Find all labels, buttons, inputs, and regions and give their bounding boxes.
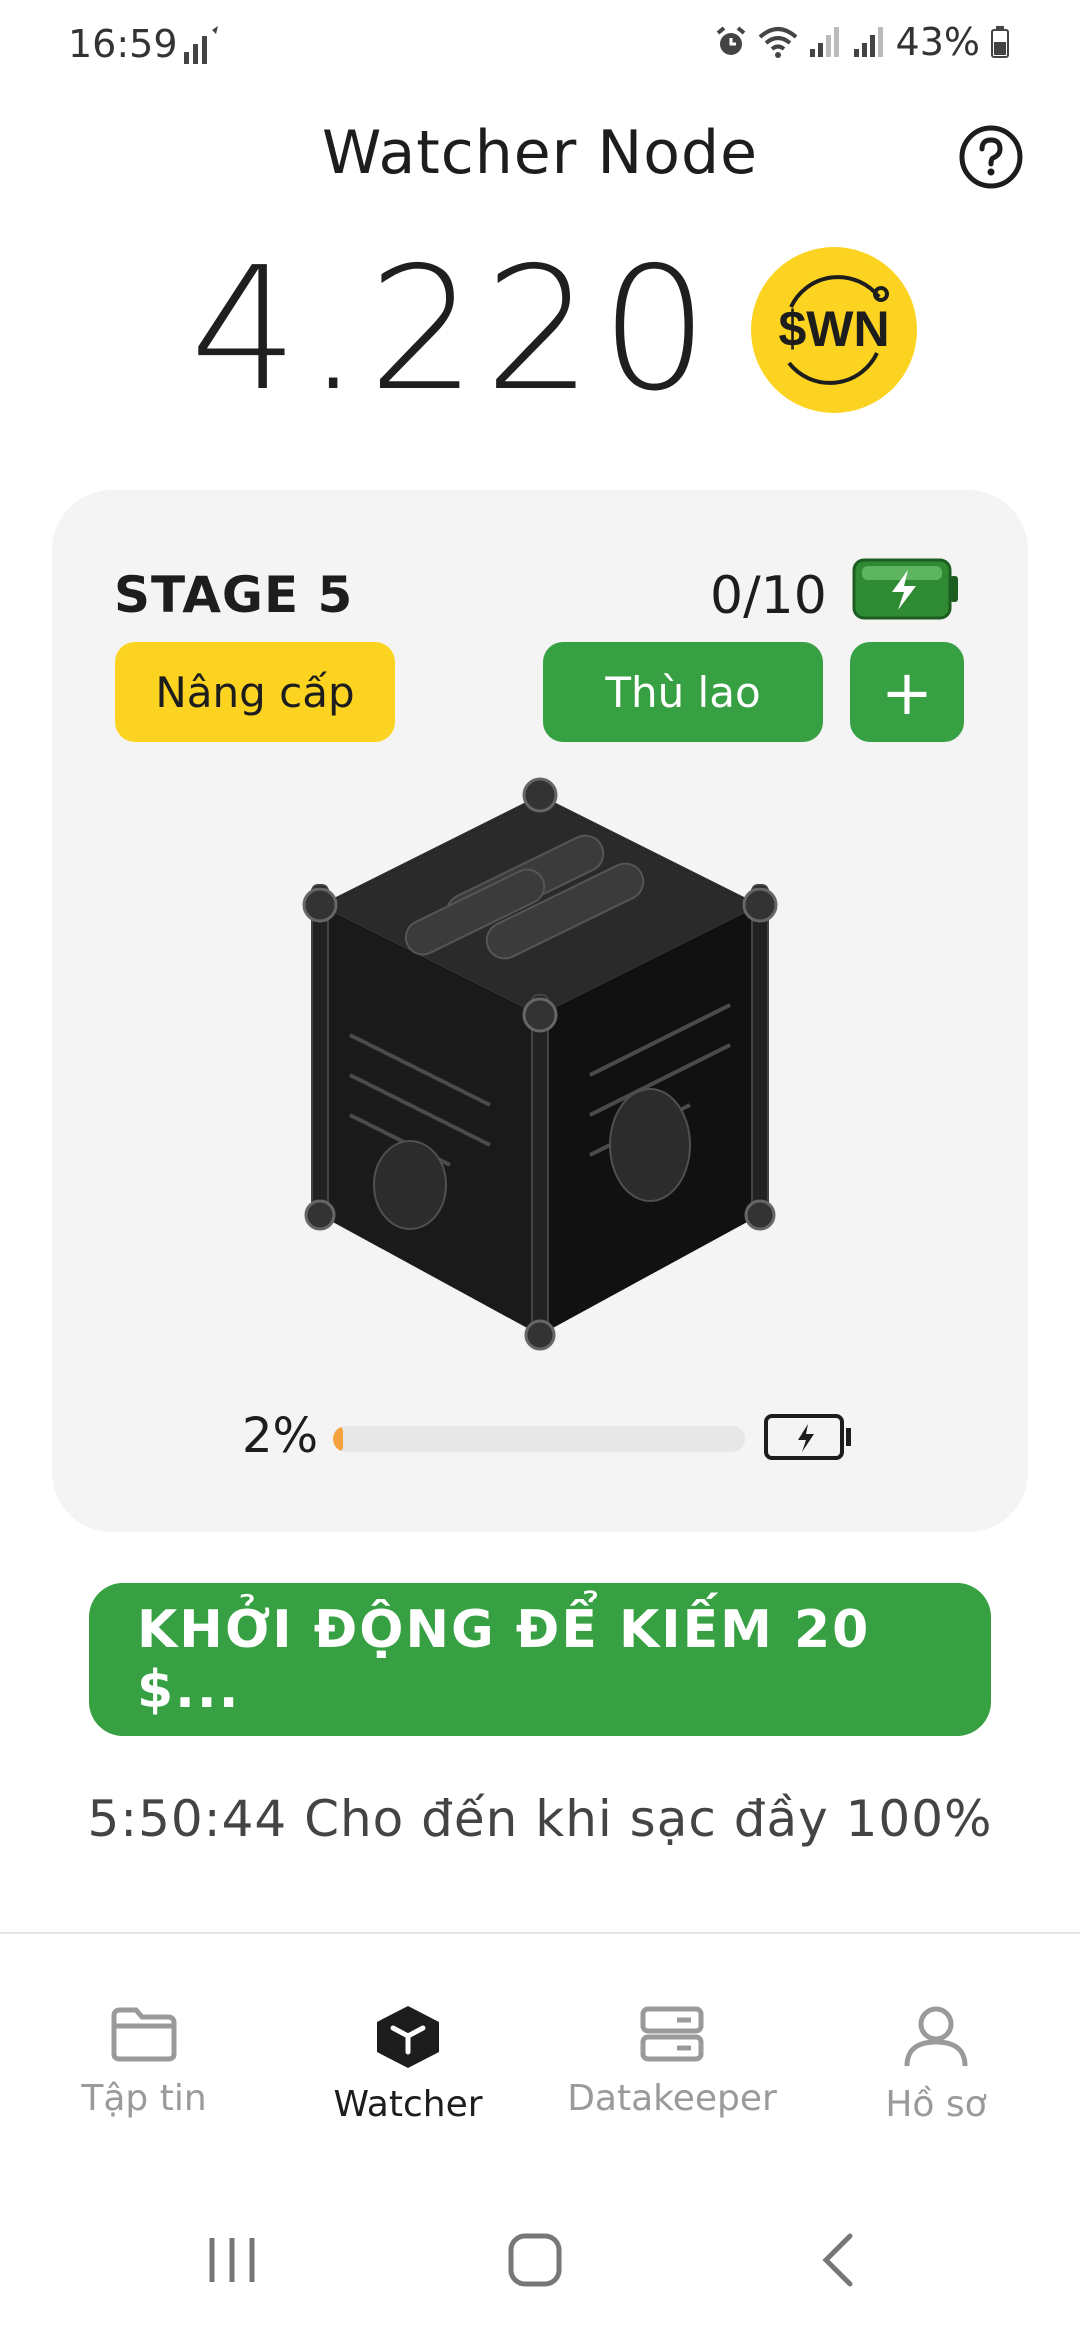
energy-count: 0/10 [710,566,827,626]
nav-label-watcher: Watcher [333,2084,483,2125]
server-icon [640,2006,704,2062]
help-circle-icon[interactable] [958,124,1024,190]
add-energy-button[interactable]: + [850,642,964,742]
home-icon[interactable] [505,2230,565,2290]
balance-value: 4.220 [190,231,717,429]
status-right-group: 43% [714,20,1010,64]
stage-label: STAGE 5 [114,566,354,624]
nav-label-files: Tập tin [81,2078,207,2119]
wifi-icon [758,27,797,58]
charge-countdown: 5:50:44 Cho đến khi sạc đầy 100% [87,1790,993,1848]
user-icon [904,2006,968,2067]
nav-item-datakeeper[interactable]: Datakeeper [542,2004,802,2119]
progress-percent-label: 2% [242,1408,319,1464]
energy-battery-icon [852,558,958,620]
wn-coin-icon: $WN [750,247,917,413]
bottom-nav: Tập tin Watcher Datakeeper Hồ sơ [0,1932,1080,2184]
coin-symbol: $WN [778,301,889,357]
charge-progress-bar [333,1426,745,1452]
recent-apps-icon[interactable] [206,2230,258,2290]
system-nav-bar [0,2220,1080,2340]
status-bar: 16:59 43% [0,0,1080,90]
cube-icon [377,2006,439,2068]
watcher-node-cube-image [302,777,778,1351]
nav-label-profile: Hồ sơ [885,2084,987,2125]
charging-battery-icon [764,1414,851,1460]
reward-button[interactable]: Thù lao [543,642,823,742]
cell-signal-icon-2 [853,27,883,57]
nav-item-files[interactable]: Tập tin [14,2004,274,2119]
upgrade-button[interactable]: Nâng cấp [115,642,395,742]
start-earning-button[interactable]: KHỞI ĐỘNG ĐỂ KIẾM 20 $... [89,1583,991,1736]
page-title: Watcher Node [321,118,759,188]
signal-activity-icon [184,26,218,64]
battery-percent: 43% [895,20,980,64]
cell-signal-icon [809,27,839,57]
nav-label-datakeeper: Datakeeper [567,2078,777,2119]
folder-icon [111,2007,177,2062]
status-time: 16:59 [68,22,178,66]
back-icon[interactable] [818,2230,858,2290]
battery-icon [991,26,1009,58]
nav-item-profile[interactable]: Hồ sơ [806,2004,1066,2125]
alarm-icon [716,26,745,55]
nav-item-watcher[interactable]: Watcher [278,2004,538,2125]
balance-row: 4.220 $WN [190,245,917,415]
